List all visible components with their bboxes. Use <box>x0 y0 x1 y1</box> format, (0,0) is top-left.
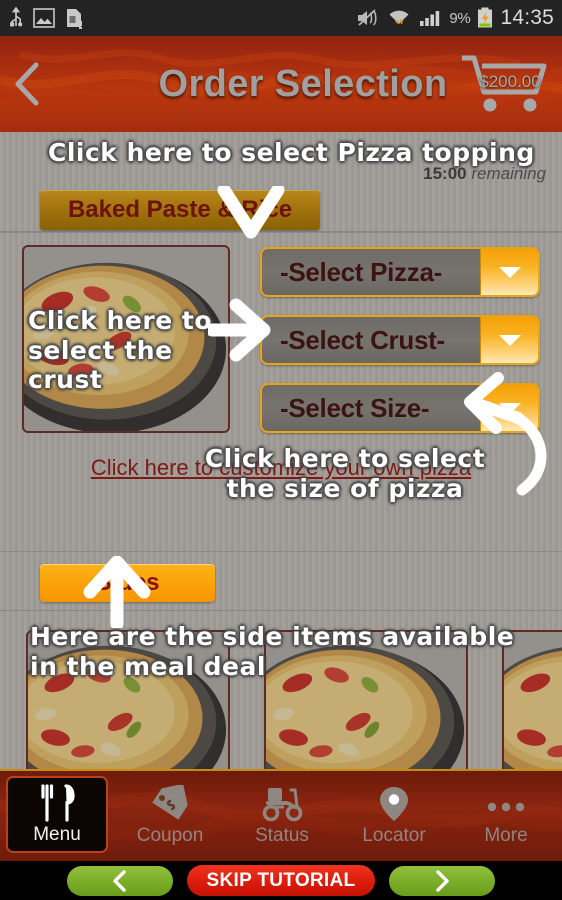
dropdown-select-crust-arrow[interactable] <box>480 317 538 363</box>
timer-remaining: 15:00 remaining <box>423 164 546 184</box>
bottom-nav-item-menu[interactable]: Menu <box>6 776 108 853</box>
bottom-nav-item-locator[interactable]: Locator <box>338 771 450 861</box>
dropdown-select-size[interactable]: -Select Size- <box>260 383 540 433</box>
bottom-nav-label: Menu <box>33 823 81 845</box>
category-tab-baked-paste-rice[interactable]: Baked Paste & Rice <box>40 190 320 230</box>
bottom-nav-label: Locator <box>362 825 426 846</box>
category-tab-label: Baked Paste & Rice <box>67 196 293 223</box>
dropdown-select-crust[interactable]: -Select Crust- <box>260 315 540 365</box>
chevron-right-icon <box>436 869 449 892</box>
cutlery-icon <box>41 783 75 822</box>
bottom-nav-items: Menu Coupon Status Locator More <box>0 771 562 861</box>
status-left-icons <box>8 7 84 29</box>
clock: 14:35 <box>500 6 554 29</box>
bottom-nav-label: Status <box>255 825 309 846</box>
image-icon <box>33 8 55 28</box>
wifi-icon <box>389 10 409 24</box>
mute-icon <box>358 9 377 26</box>
timer-suffix: remaining <box>466 164 546 183</box>
signal-icon <box>420 11 440 26</box>
bottom-nav-item-status[interactable]: Status <box>226 771 338 861</box>
bottom-navigation-bar: Menu Coupon Status Locator More <box>0 769 562 861</box>
tutorial-bar: SKIP TUTORIAL <box>0 861 562 900</box>
bottom-nav-item-coupon[interactable]: Coupon <box>114 771 226 861</box>
sdcard-icon <box>67 9 82 29</box>
status-bar: 9% 14:35 <box>0 0 562 36</box>
usb-icon <box>10 7 23 27</box>
pizza-preview-image[interactable] <box>22 245 230 433</box>
dropdown-select-pizza[interactable]: -Select Pizza- <box>260 247 540 297</box>
dropdown-select-size-value: -Select Size- <box>280 392 430 423</box>
pin-icon <box>380 787 408 821</box>
dropdown-select-pizza-value: -Select Pizza- <box>280 256 442 287</box>
skip-tutorial-label: SKIP TUTORIAL <box>206 869 356 891</box>
tutorial-next-button[interactable] <box>389 865 495 896</box>
scooter-icon <box>262 788 303 822</box>
order-selection-content: 15:00 remaining Baked Paste & Rice -Sele… <box>0 132 562 810</box>
pizza-selection-region: -Select Pizza- -Select Crust- -Select Si… <box>0 232 562 552</box>
sides-section-button[interactable]: Sides <box>40 564 215 602</box>
sides-section-label: Sides <box>95 569 160 596</box>
bottom-nav-item-more[interactable]: More <box>450 771 562 861</box>
back-chevron-icon <box>15 62 39 106</box>
battery-charging-icon <box>478 7 493 28</box>
tag-icon <box>152 785 188 820</box>
timer-value: 15:00 <box>423 164 467 183</box>
bottom-nav-label: More <box>484 825 528 846</box>
chevron-left-icon <box>113 869 126 892</box>
bottom-nav-label: Coupon <box>136 825 204 846</box>
chevron-down-icon <box>498 267 521 278</box>
category-tab-strip: Baked Paste & Rice <box>0 190 562 232</box>
dropdown-select-crust-value: -Select Crust- <box>280 324 445 355</box>
pizza-photo <box>24 247 228 431</box>
status-right-icons: 9% 14:35 <box>356 6 554 30</box>
app-header: Order Selection $200.00 <box>0 36 562 132</box>
cart-button[interactable]: $200.00 <box>458 52 556 116</box>
chevron-down-icon <box>498 335 521 346</box>
ellipsis-icon <box>487 802 525 812</box>
dropdown-select-size-arrow[interactable] <box>480 385 538 431</box>
chevron-down-icon <box>498 403 521 414</box>
skip-tutorial-button[interactable]: SKIP TUTORIAL <box>187 865 375 896</box>
cart-amount: $200.00 <box>479 72 541 91</box>
battery-percent: 9% <box>449 9 471 27</box>
sides-divider <box>0 610 562 611</box>
tutorial-prev-button[interactable] <box>67 865 173 896</box>
customize-pizza-link[interactable]: Click here to customize your own pizza <box>0 455 562 481</box>
dropdown-select-pizza-arrow[interactable] <box>480 249 538 295</box>
